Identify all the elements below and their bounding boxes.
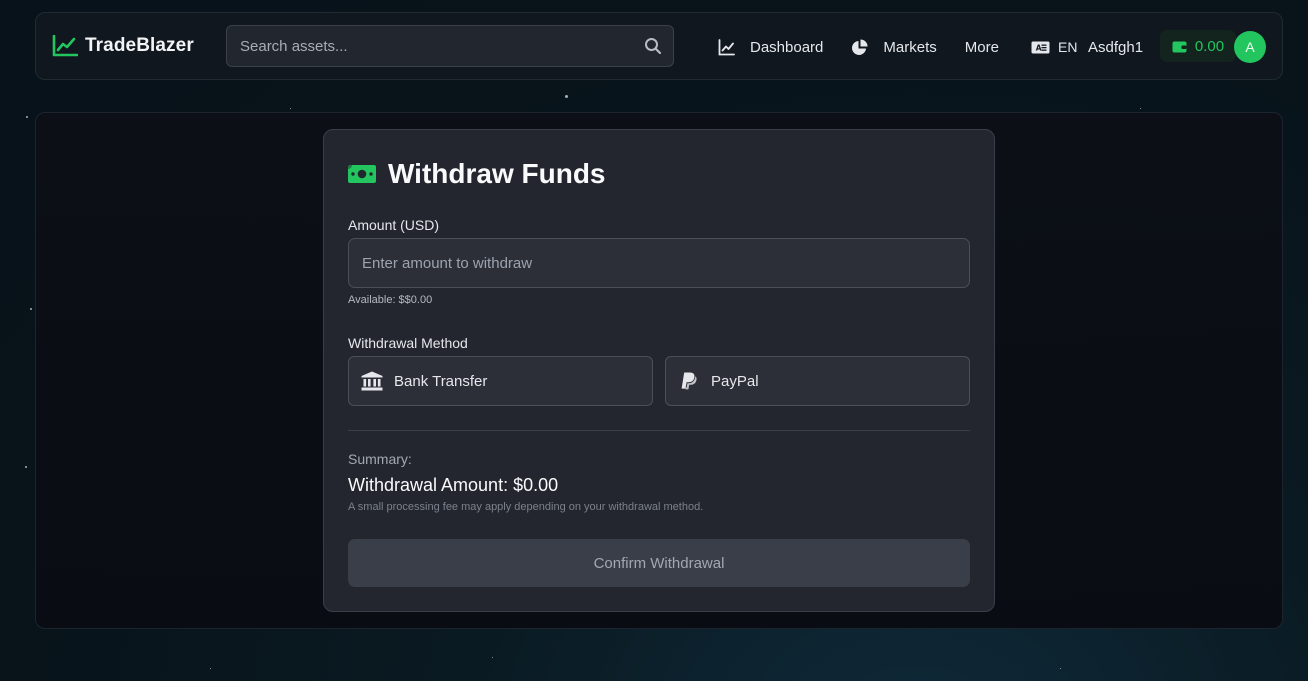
top-navbar: TradeBlazer Dashboard Markets More: [35, 12, 1283, 80]
amount-label: Amount (USD): [348, 217, 440, 233]
star: [492, 657, 493, 658]
main-panel: Withdraw Funds Amount (USD) Available: $…: [35, 112, 1283, 629]
bank-transfer-option[interactable]: Bank Transfer: [348, 356, 653, 406]
brand-name: TradeBlazer: [85, 35, 194, 56]
fee-note: A small processing fee may apply dependi…: [348, 501, 704, 513]
star: [210, 668, 211, 669]
confirm-withdrawal-button[interactable]: Confirm Withdrawal: [348, 539, 970, 587]
summary-label: Summary:: [348, 451, 412, 467]
bank-transfer-label: Bank Transfer: [394, 372, 488, 390]
search-bar: [226, 25, 674, 67]
star: [1140, 108, 1141, 109]
star: [290, 108, 291, 109]
withdraw-header: Withdraw Funds: [348, 158, 606, 190]
nav-markets[interactable]: Markets: [851, 38, 937, 56]
star: [25, 466, 27, 468]
brand-logo[interactable]: TradeBlazer: [52, 35, 194, 57]
amount-input[interactable]: [349, 254, 969, 272]
paypal-label: PayPal: [711, 372, 759, 390]
username-link[interactable]: Asdfgh1: [1088, 13, 1143, 81]
amount-field-wrapper: [348, 238, 970, 288]
chart-line-icon: [718, 38, 735, 55]
wallet-balance[interactable]: 0.00: [1160, 30, 1236, 62]
paypal-option[interactable]: PayPal: [665, 356, 970, 406]
nav-more-label: More: [964, 38, 999, 56]
bank-icon: [361, 371, 383, 391]
pie-chart-icon: [852, 39, 868, 55]
wallet-amount: 0.00: [1194, 37, 1225, 55]
svg-text:A: A: [1036, 43, 1042, 52]
nav-more[interactable]: More: [965, 39, 999, 56]
search-icon[interactable]: [644, 37, 662, 55]
nav-dashboard[interactable]: Dashboard: [718, 39, 823, 56]
language-icon: A: [1031, 41, 1050, 53]
nav-markets-label: Markets: [883, 38, 937, 56]
money-bill-icon: [348, 165, 376, 183]
avatar[interactable]: A: [1234, 31, 1266, 63]
search-input[interactable]: [227, 37, 644, 55]
available-balance: Available: $$0.00: [348, 294, 433, 306]
withdrawal-method-label: Withdrawal Method: [348, 335, 468, 351]
page-title: Withdraw Funds: [388, 158, 606, 189]
star: [26, 116, 28, 118]
star: [565, 95, 568, 98]
star: [30, 308, 32, 310]
divider: [348, 430, 970, 431]
withdrawal-amount-summary: Withdrawal Amount: $0.00: [348, 475, 559, 495]
nav-dashboard-label: Dashboard: [750, 38, 824, 56]
star: [1060, 668, 1061, 669]
language-code: EN: [1058, 39, 1078, 55]
paypal-icon: [681, 372, 697, 390]
chart-line-icon: [52, 35, 78, 57]
username: Asdfgh1: [1088, 38, 1144, 56]
language-selector[interactable]: A EN: [1031, 13, 1077, 81]
main-nav: Dashboard Markets More: [718, 13, 999, 81]
wallet-icon: [1172, 41, 1187, 52]
withdraw-card: Withdraw Funds Amount (USD) Available: $…: [323, 129, 995, 612]
